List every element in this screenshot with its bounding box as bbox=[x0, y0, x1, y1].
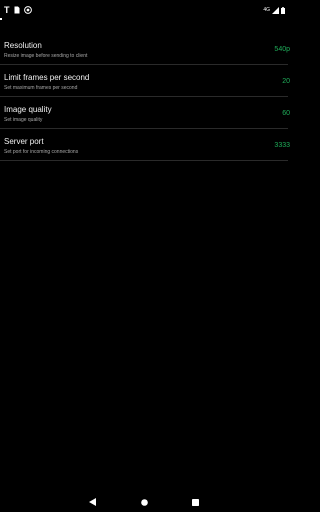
setting-summary: Set port for incoming connections bbox=[4, 149, 79, 155]
status-bar-system: 4G bbox=[263, 1, 285, 19]
setting-summary: Set image quality bbox=[4, 117, 43, 123]
setting-server-port[interactable]: Server port Set port for incoming connec… bbox=[0, 129, 290, 161]
setting-limit-fps[interactable]: Limit frames per second Set maximum fram… bbox=[0, 65, 290, 97]
setting-summary: Resize image before sending to client bbox=[4, 53, 88, 59]
battery-icon bbox=[281, 1, 285, 19]
toolbar-marker bbox=[0, 18, 2, 20]
home-circle-icon bbox=[140, 493, 148, 511]
setting-title: Limit frames per second bbox=[4, 73, 90, 82]
setting-resolution[interactable]: Resolution Resize image before sending t… bbox=[0, 33, 290, 65]
setting-value: 3333 bbox=[274, 142, 290, 149]
setting-image-quality[interactable]: Image quality Set image quality 60 bbox=[0, 97, 290, 129]
setting-title: Image quality bbox=[4, 105, 52, 114]
recents-square-icon bbox=[191, 493, 199, 511]
recents-button[interactable] bbox=[187, 494, 203, 510]
sim-card-icon bbox=[14, 1, 20, 19]
network-type-label: 4G bbox=[263, 6, 270, 13]
settings-list: Resolution Resize image before sending t… bbox=[0, 33, 290, 161]
t-app-icon: T bbox=[4, 5, 10, 15]
setting-title: Resolution bbox=[4, 41, 42, 50]
setting-summary: Set maximum frames per second bbox=[4, 85, 78, 91]
setting-value: 540p bbox=[274, 46, 290, 53]
back-triangle-icon bbox=[88, 493, 96, 511]
setting-value: 60 bbox=[282, 110, 290, 117]
setting-title: Server port bbox=[4, 137, 44, 146]
signal-icon bbox=[272, 1, 279, 19]
home-button[interactable] bbox=[136, 494, 152, 510]
navigation-bar bbox=[0, 492, 288, 512]
vpn-key-icon bbox=[23, 1, 32, 19]
back-button[interactable] bbox=[84, 494, 100, 510]
status-bar: T 4G bbox=[0, 0, 288, 15]
status-bar-notifications: T bbox=[4, 1, 32, 19]
setting-value: 20 bbox=[282, 78, 290, 85]
